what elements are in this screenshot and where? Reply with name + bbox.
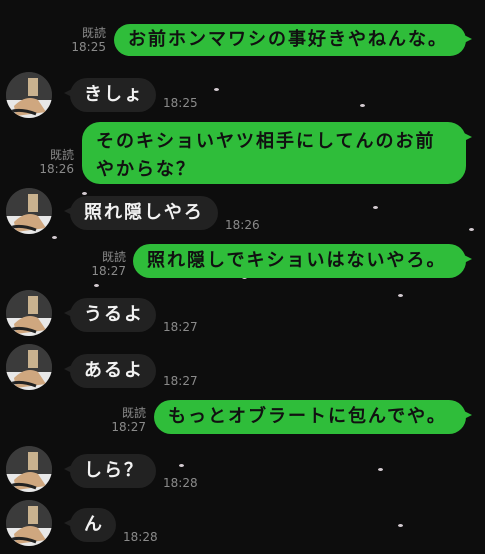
- message-meta: 既読 18:27: [86, 250, 126, 278]
- read-receipt: 既読: [49, 148, 74, 162]
- contact-avatar-icon: [6, 446, 52, 492]
- message-row: あるよ 18:27: [0, 344, 485, 394]
- contact-avatar-icon: [6, 188, 52, 234]
- incoming-message-bubble[interactable]: 照れ隠しやろ: [64, 196, 218, 230]
- message-meta: 18:28: [163, 476, 203, 490]
- message-row: 既読 18:27 照れ隠しでキショいはないやろ。: [0, 240, 485, 284]
- outgoing-message-bubble[interactable]: 照れ隠しでキショいはないやろ。: [133, 244, 472, 278]
- chat-view[interactable]: 既読 18:25 お前ホンマワシの事好きやねんな。 きしょ 18:25 既読 1…: [0, 0, 485, 554]
- read-receipt: 既読: [101, 250, 126, 264]
- avatar[interactable]: [6, 344, 52, 390]
- message-text: きしょ: [84, 84, 144, 105]
- message-meta: 18:28: [123, 530, 163, 544]
- message-meta: 18:25: [163, 96, 203, 110]
- message-row: 既読 18:26 そのキショいヤツ相手にしてんのお前 やからな？: [0, 118, 485, 184]
- outgoing-message-bubble[interactable]: そのキショいヤツ相手にしてんのお前 やからな？: [82, 122, 472, 184]
- avatar[interactable]: [6, 500, 52, 546]
- petal-decoration: [94, 284, 99, 287]
- contact-avatar-icon: [6, 344, 52, 390]
- incoming-message-bubble[interactable]: きしょ: [64, 78, 156, 112]
- message-row: 既読 18:25 お前ホンマワシの事好きやねんな。: [0, 16, 485, 62]
- incoming-message-bubble[interactable]: あるよ: [64, 354, 156, 388]
- message-row: ん 18:28: [0, 500, 485, 554]
- avatar[interactable]: [6, 290, 52, 336]
- message-meta: 18:27: [163, 374, 203, 388]
- timestamp: 18:25: [71, 40, 106, 54]
- message-row: しら？ 18:28: [0, 446, 485, 496]
- message-row: きしょ 18:25: [0, 70, 485, 120]
- message-row: 既読 18:27 もっとオブラートに包んでや。: [0, 398, 485, 442]
- message-text: ん: [84, 514, 104, 535]
- message-row: うるよ 18:27: [0, 290, 485, 340]
- timestamp: 18:26: [225, 218, 260, 232]
- message-text: あるよ: [84, 360, 144, 381]
- contact-avatar-icon: [6, 500, 52, 546]
- message-text: うるよ: [84, 304, 144, 325]
- message-text: 照れ隠しやろ: [84, 202, 204, 223]
- timestamp: 18:28: [163, 476, 198, 490]
- timestamp: 18:27: [111, 420, 146, 434]
- message-text: そのキショいヤツ相手にしてんのお前 やからな？: [96, 128, 435, 184]
- message-text-line: やからな？: [96, 159, 196, 180]
- message-meta: 18:26: [225, 218, 265, 232]
- message-meta: 18:27: [163, 320, 203, 334]
- incoming-message-bubble[interactable]: ん: [64, 508, 116, 542]
- message-meta: 既読 18:25: [66, 26, 106, 54]
- timestamp: 18:27: [163, 374, 198, 388]
- avatar[interactable]: [6, 446, 52, 492]
- message-text: 照れ隠しでキショいはないやろ。: [147, 250, 447, 271]
- incoming-message-bubble[interactable]: うるよ: [64, 298, 156, 332]
- outgoing-message-bubble[interactable]: お前ホンマワシの事好きやねんな。: [114, 24, 472, 56]
- message-text: もっとオブラートに包んでや。: [168, 406, 447, 427]
- incoming-message-bubble[interactable]: しら？: [64, 454, 156, 488]
- timestamp: 18:27: [163, 320, 198, 334]
- read-receipt: 既読: [121, 406, 146, 420]
- timestamp: 18:28: [123, 530, 158, 544]
- avatar[interactable]: [6, 72, 52, 118]
- read-receipt: 既読: [81, 26, 106, 40]
- timestamp: 18:26: [39, 162, 74, 176]
- message-row: 照れ隠しやろ 18:26: [0, 188, 485, 238]
- message-text: お前ホンマワシの事好きやねんな。: [128, 29, 448, 50]
- message-meta: 既読 18:27: [106, 406, 146, 434]
- outgoing-message-bubble[interactable]: もっとオブラートに包んでや。: [154, 400, 472, 434]
- timestamp: 18:27: [91, 264, 126, 278]
- contact-avatar-icon: [6, 72, 52, 118]
- message-text-line: そのキショいヤツ相手にしてんのお前: [96, 131, 436, 152]
- avatar[interactable]: [6, 188, 52, 234]
- message-text: しら？: [84, 460, 144, 481]
- timestamp: 18:25: [163, 96, 198, 110]
- contact-avatar-icon: [6, 290, 52, 336]
- message-meta: 既読 18:26: [34, 148, 74, 176]
